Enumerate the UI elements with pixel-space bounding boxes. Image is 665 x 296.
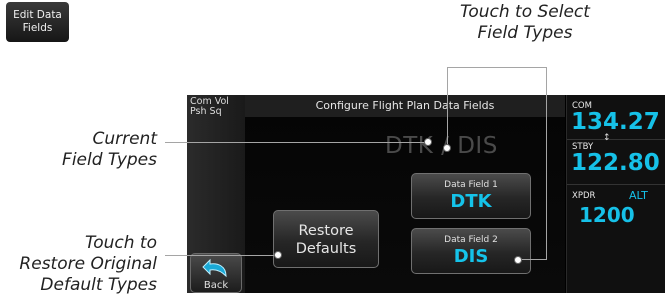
callout-leader bbox=[447, 67, 448, 147]
com-frequency-window[interactable]: COM 134.27 bbox=[567, 95, 665, 140]
callout-current-field-types: Current Field Types bbox=[62, 129, 157, 170]
callout-leader bbox=[165, 142, 427, 143]
callout-dot bbox=[514, 256, 522, 264]
callout-select-field-types: Touch to Select Field Types bbox=[460, 2, 590, 43]
xpdr-mode: ALT bbox=[629, 189, 648, 202]
callout-leader bbox=[165, 255, 277, 256]
callout-leader bbox=[546, 67, 547, 260]
radio-frequency-panel: COM 134.27 ↕ STBY 122.80 XPDR ALT 1200 bbox=[566, 95, 665, 293]
back-button[interactable]: Back bbox=[190, 253, 242, 293]
xpdr-code: 1200 bbox=[579, 203, 635, 227]
page-title: Configure Flight Plan Data Fields bbox=[315, 99, 495, 112]
back-arrow-icon bbox=[202, 258, 227, 278]
back-label: Back bbox=[203, 280, 229, 291]
data-field-1-button[interactable]: Data Field 1 DTK bbox=[411, 173, 531, 219]
com-active-frequency: 134.27 bbox=[571, 109, 660, 135]
data-field-1-value: DTK bbox=[450, 191, 492, 212]
restore-defaults-button[interactable]: Restore Defaults bbox=[273, 210, 379, 268]
knob-function-label: Com Vol Psh Sq bbox=[190, 96, 229, 117]
data-field-2-button[interactable]: Data Field 2 DIS bbox=[411, 228, 531, 274]
callout-leader bbox=[447, 67, 546, 68]
callout-restore-defaults: Touch to Restore Original Default Types bbox=[19, 233, 157, 295]
callout-dot bbox=[443, 144, 451, 152]
edit-data-fields-key: Edit Data Fields bbox=[6, 2, 69, 42]
com-standby-window[interactable]: STBY 122.80 bbox=[567, 140, 665, 185]
data-field-2-label: Data Field 2 bbox=[444, 235, 498, 245]
callout-dot bbox=[424, 138, 432, 146]
current-field-types: DTK / DIS bbox=[385, 133, 498, 159]
com-standby-frequency: 122.80 bbox=[571, 150, 660, 176]
xpdr-label: XPDR bbox=[572, 191, 596, 201]
data-field-2-value: DIS bbox=[453, 246, 489, 267]
key-label-line1: Edit Data bbox=[13, 9, 62, 21]
touchscreen-display: Com Vol Psh Sq Back Configure Flight Pla… bbox=[187, 95, 665, 293]
transponder-window[interactable]: XPDR ALT 1200 bbox=[567, 185, 665, 235]
key-label-line2: Fields bbox=[22, 22, 53, 34]
data-field-1-label: Data Field 1 bbox=[444, 180, 498, 190]
left-knob-column: Com Vol Psh Sq Back bbox=[187, 95, 245, 293]
callout-dot bbox=[274, 251, 282, 259]
